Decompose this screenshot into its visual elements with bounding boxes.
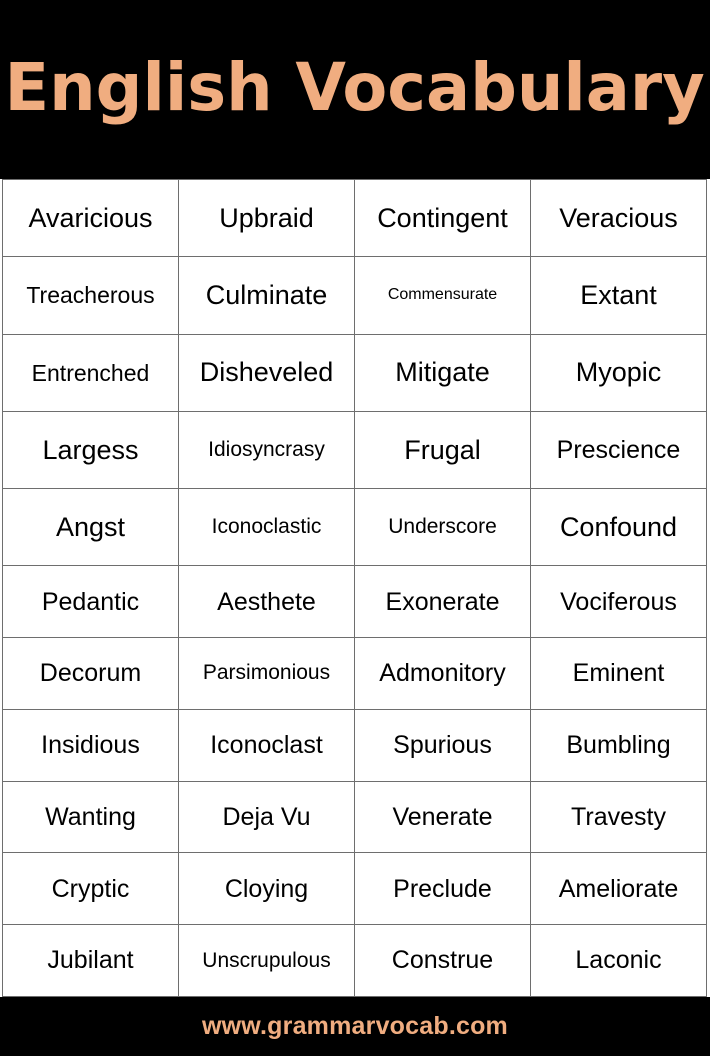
vocabulary-word-cell: Insidious xyxy=(2,708,179,782)
table-row: Pedantic Aesthete Exonerate Vociferous xyxy=(2,565,707,639)
vocabulary-poster: English Vocabulary Avaricious Upbraid Cont… xyxy=(0,0,710,1056)
table-row: Avaricious Upbraid Contingent Veracious xyxy=(2,178,707,258)
vocabulary-word-cell: Exonerate xyxy=(354,565,531,639)
vocabulary-word-cell: Laconic xyxy=(530,924,707,997)
vocabulary-word-cell: Admonitory xyxy=(354,637,531,710)
vocabulary-word-cell: Confound xyxy=(530,488,707,567)
vocabulary-table-body: Avaricious Upbraid Contingent Veracious Trea… xyxy=(2,178,707,997)
vocabulary-word-cell: Construe xyxy=(354,924,531,997)
vocabulary-word-cell: Commensurate xyxy=(354,256,531,335)
vocabulary-word-cell: Veracious xyxy=(530,178,707,258)
vocabulary-word-cell: Contingent xyxy=(354,178,531,258)
vocabulary-word-cell: Bumbling xyxy=(530,708,707,782)
table-row: Largess Idiosyncrasy Frugal Prescience xyxy=(2,410,707,490)
vocabulary-word-cell: Upbraid xyxy=(178,178,355,258)
vocabulary-word-cell: Entrenched xyxy=(2,333,179,412)
vocabulary-word-cell: Aesthete xyxy=(178,565,355,639)
table-row: Decorum Parsimonious Admonitory Eminent xyxy=(2,637,707,710)
vocabulary-table: Avaricious Upbraid Contingent Veracious Trea… xyxy=(2,178,707,997)
footer-banner: www.grammarvocab.com xyxy=(0,997,710,1056)
vocabulary-word-cell: Culminate xyxy=(178,256,355,335)
vocabulary-word-cell: Iconoclast xyxy=(178,708,355,782)
table-row: Entrenched Disheveled Mitigate Myopic xyxy=(2,333,707,412)
table-row: Wanting Deja Vu Venerate Travesty xyxy=(2,780,707,854)
vocabulary-word-cell: Angst xyxy=(2,488,179,567)
vocabulary-word-cell: Deja Vu xyxy=(178,780,355,854)
vocabulary-word-cell: Underscore xyxy=(354,488,531,567)
vocabulary-word-cell: Frugal xyxy=(354,410,531,490)
vocabulary-word-cell: Ameliorate xyxy=(530,852,707,926)
table-row: Cryptic Cloying Preclude Ameliorate xyxy=(2,852,707,926)
vocabulary-word-cell: Spurious xyxy=(354,708,531,782)
vocabulary-word-cell: Cloying xyxy=(178,852,355,926)
vocabulary-word-cell: Preclude xyxy=(354,852,531,926)
page-title: English Vocabulary xyxy=(4,48,706,126)
website-url: www.grammarvocab.com xyxy=(202,1012,508,1040)
vocabulary-word-cell: Wanting xyxy=(2,780,179,854)
vocabulary-word-cell: Jubilant xyxy=(2,924,179,997)
vocabulary-word-cell: Vociferous xyxy=(530,565,707,639)
header-banner: English Vocabulary xyxy=(0,0,710,179)
vocabulary-word-cell: Idiosyncrasy xyxy=(178,410,355,490)
vocabulary-word-cell: Iconoclastic xyxy=(178,488,355,567)
vocabulary-word-cell: Venerate xyxy=(354,780,531,854)
vocabulary-table-container: Avaricious Upbraid Contingent Veracious Trea… xyxy=(0,178,710,997)
vocabulary-word-cell: Prescience xyxy=(530,410,707,490)
table-row: Treacherous Culminate Commensurate Extant xyxy=(2,256,707,335)
vocabulary-word-cell: Pedantic xyxy=(2,565,179,639)
vocabulary-word-cell: Decorum xyxy=(2,637,179,710)
vocabulary-word-cell: Myopic xyxy=(530,333,707,412)
table-row: Angst Iconoclastic Underscore Confound xyxy=(2,488,707,567)
table-row: Insidious Iconoclast Spurious Bumbling xyxy=(2,708,707,782)
table-row: Jubilant Unscrupulous Construe Laconic xyxy=(2,924,707,997)
vocabulary-word-cell: Extant xyxy=(530,256,707,335)
vocabulary-word-cell: Largess xyxy=(2,410,179,490)
vocabulary-word-cell: Treacherous xyxy=(2,256,179,335)
vocabulary-word-cell: Cryptic xyxy=(2,852,179,926)
vocabulary-word-cell: Travesty xyxy=(530,780,707,854)
vocabulary-word-cell: Unscrupulous xyxy=(178,924,355,997)
vocabulary-word-cell: Disheveled xyxy=(178,333,355,412)
vocabulary-word-cell: Eminent xyxy=(530,637,707,710)
vocabulary-word-cell: Mitigate xyxy=(354,333,531,412)
vocabulary-word-cell: Parsimonious xyxy=(178,637,355,710)
vocabulary-word-cell: Avaricious xyxy=(2,178,179,258)
